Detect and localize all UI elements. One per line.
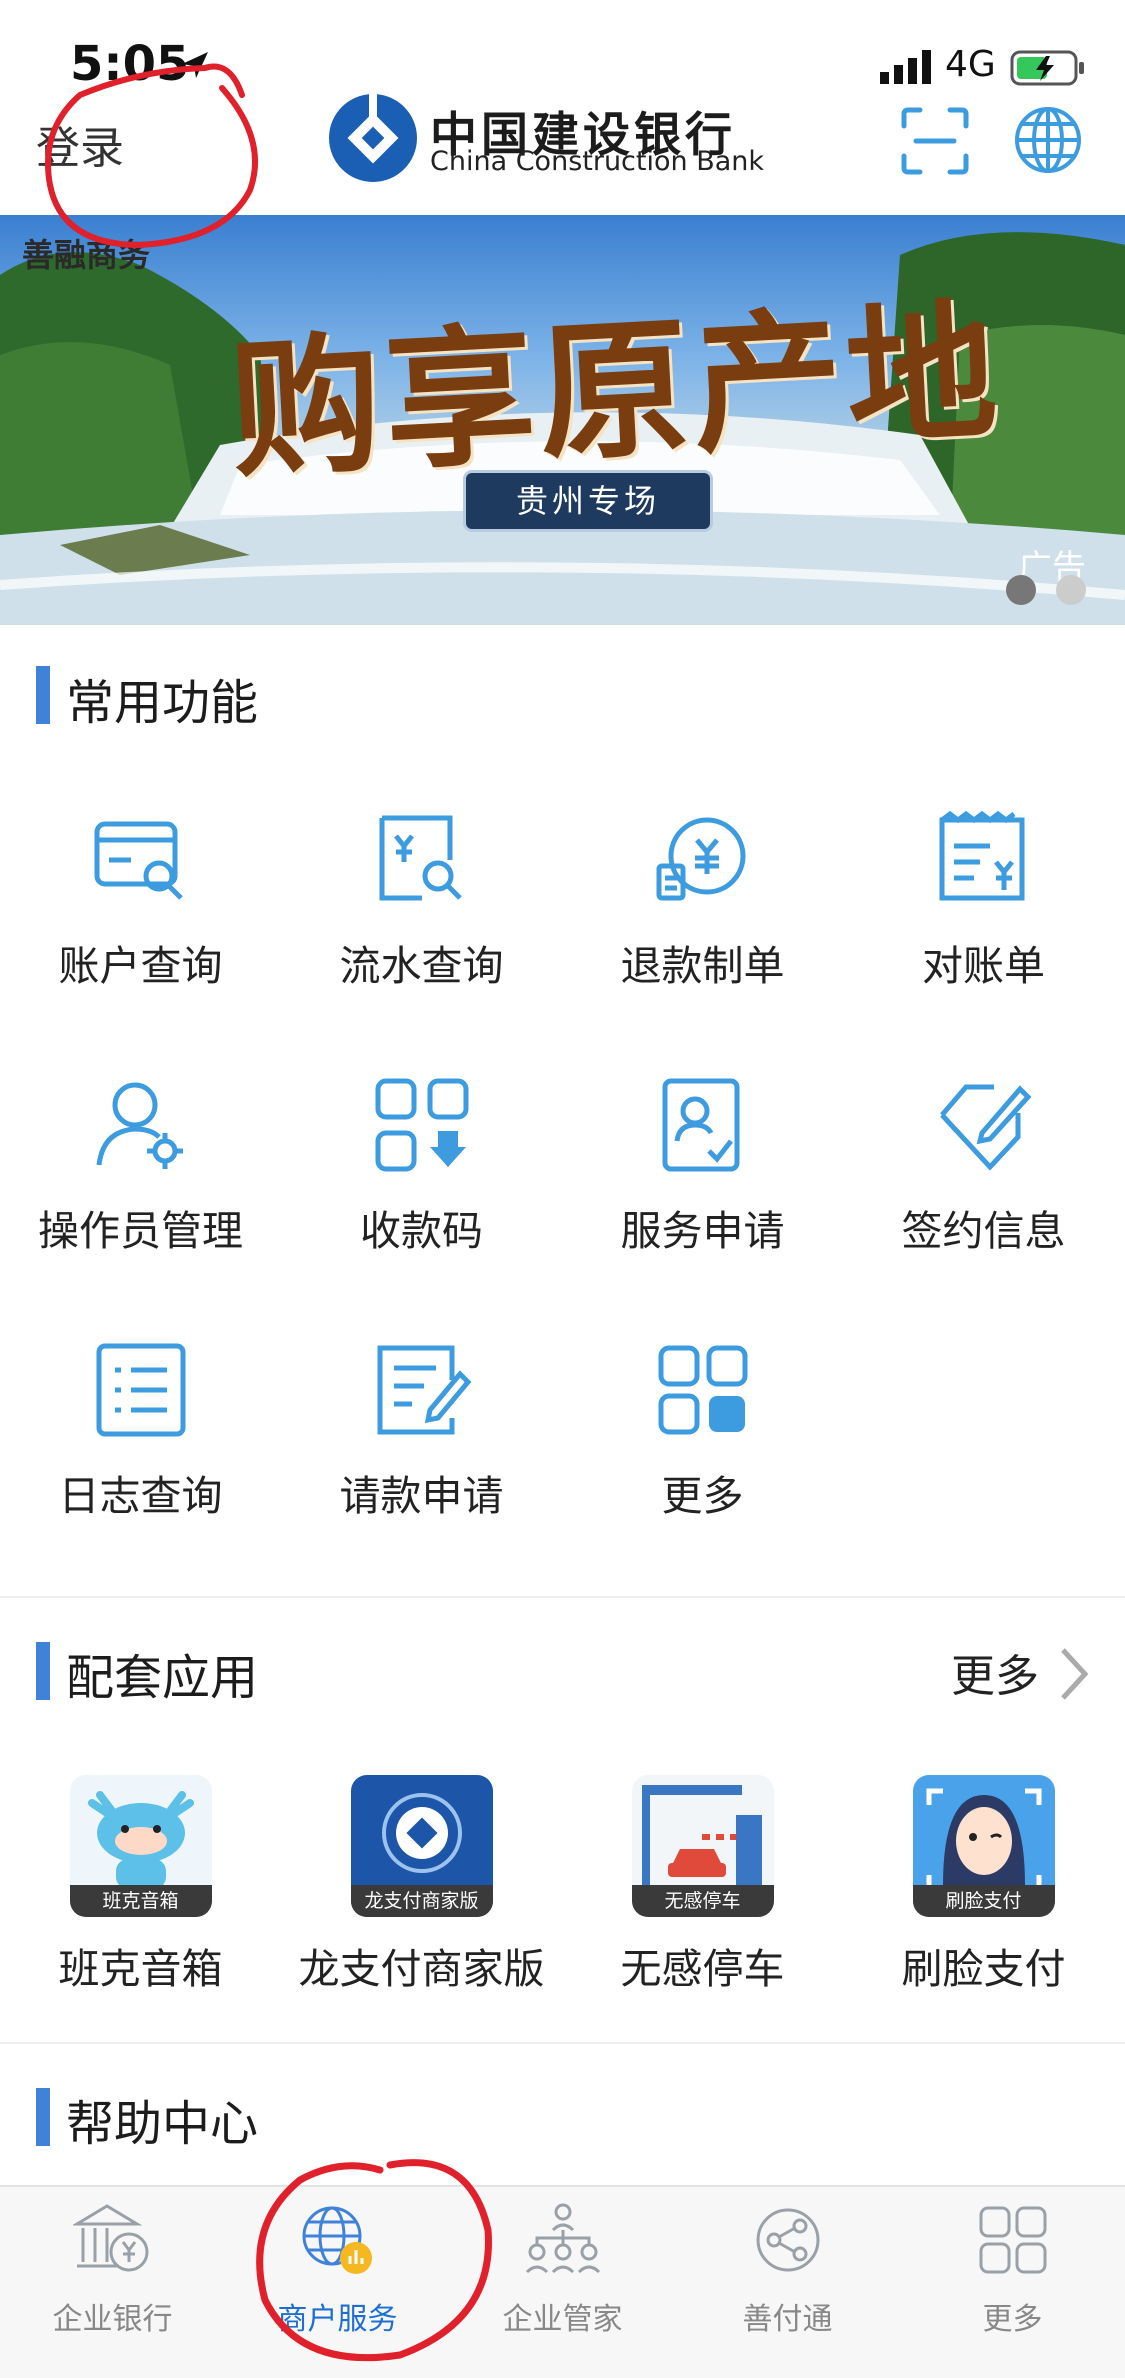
function-account-query[interactable]: 账户查询 [0, 810, 281, 992]
contract-info-icon [939, 1084, 1031, 1171]
tab-merchant-service[interactable]: 商户服务 [225, 2200, 450, 2338]
refund-icon [656, 817, 745, 901]
ccb-logo-icon [329, 94, 417, 182]
function-log-query[interactable]: 日志查询 [0, 1340, 281, 1522]
app-smart-parking[interactable]: 无感停车 无感停车 [562, 1775, 843, 1995]
chevron-right-icon[interactable] [1055, 1646, 1091, 1702]
tab-enterprise-bank[interactable]: 企业银行 [0, 2200, 225, 2338]
merchant-globe-icon [302, 2206, 372, 2274]
operator-manage-icon [96, 1082, 183, 1169]
service-apply-icon [662, 1078, 739, 1172]
function-label: 服务申请 [620, 1207, 785, 1255]
tab-label: 企业管家 [502, 2302, 623, 2337]
app-face-pay[interactable]: 刷脸支付 刷脸支付 [843, 1775, 1124, 1995]
banner-page-dot-active[interactable] [1006, 575, 1036, 605]
section-accent-bar [36, 666, 50, 724]
function-label: 流水查询 [339, 942, 504, 990]
promo-banner[interactable]: 善融商务 购享原产地 贵州专场 广告 [0, 215, 1125, 625]
section-divider [0, 2042, 1125, 2044]
section-divider [0, 1596, 1125, 1598]
function-label: 签约信息 [901, 1207, 1066, 1255]
bank-speaker-app-icon: 班克音箱 [69, 1775, 212, 1917]
payment-code-icon [375, 1078, 468, 1172]
function-label: 对账单 [922, 942, 1045, 990]
function-label: 收款码 [360, 1207, 483, 1255]
brand-name-en: China Construction Bank [430, 146, 765, 177]
section-title-apps: 配套应用 [66, 1650, 259, 1706]
app-caption: 无感停车 [631, 1885, 774, 1917]
function-label: 账户查询 [58, 942, 223, 990]
tab-more[interactable]: 更多 [900, 2200, 1125, 2338]
section-accent-bar [36, 2088, 50, 2146]
statement-icon [939, 810, 1024, 901]
banner-tag: 善融商务 [22, 236, 151, 274]
app-caption: 龙支付商家版 [350, 1885, 493, 1917]
payment-request-icon [377, 1345, 471, 1435]
tab-shanfutong[interactable]: 善付通 [675, 2200, 900, 2338]
function-operator-manage[interactable]: 操作员管理 [0, 1075, 281, 1257]
section-accent-bar [36, 1642, 50, 1700]
function-label: 操作员管理 [38, 1207, 243, 1255]
network-type: 4G [945, 44, 996, 85]
section-title-help: 帮助中心 [66, 2096, 259, 2152]
more-grid-icon [979, 2206, 1046, 2274]
function-label: 日志查询 [58, 1472, 223, 1520]
account-query-icon [94, 821, 183, 900]
login-button[interactable]: 登录 [36, 112, 124, 176]
function-contract-info[interactable]: 签约信息 [843, 1075, 1124, 1257]
smart-parking-app-icon: 无感停车 [631, 1775, 774, 1917]
location-arrow-icon [182, 52, 208, 78]
function-label: 退款制单 [620, 942, 785, 990]
apps-more-link[interactable]: 更多 [951, 1640, 1039, 1704]
app-caption: 刷脸支付 [912, 1885, 1055, 1917]
status-time: 5:05 [70, 36, 190, 92]
tab-label: 企业银行 [52, 2302, 173, 2337]
function-payment-request[interactable]: 请款申请 [281, 1340, 562, 1522]
function-refund[interactable]: 退款制单 [562, 810, 843, 992]
function-transaction-query[interactable]: 流水查询 [281, 810, 562, 992]
app-dragon-pay-merchant[interactable]: 龙支付商家版 龙支付商家版 [281, 1775, 562, 1995]
battery-charging-icon [1010, 50, 1084, 86]
face-pay-app-icon: 刷脸支付 [912, 1775, 1055, 1917]
share-network-icon [756, 2208, 819, 2272]
app-label: 刷脸支付 [901, 1945, 1066, 1993]
function-payment-code[interactable]: 收款码 [281, 1075, 562, 1257]
banner-title: 购享原产地 [226, 282, 1005, 500]
transaction-query-icon [379, 815, 462, 901]
signal-icon [880, 50, 931, 84]
tab-label: 商户服务 [277, 2302, 398, 2337]
app-caption: 班克音箱 [69, 1885, 212, 1917]
globe-icon[interactable] [1012, 104, 1084, 176]
dragon-pay-app-icon: 龙支付商家版 [350, 1775, 493, 1917]
app-label: 无感停车 [620, 1945, 785, 1993]
scan-icon[interactable] [900, 106, 970, 176]
banner-page-dot[interactable] [1056, 575, 1086, 605]
bank-building-icon [71, 2204, 148, 2272]
app-label: 班克音箱 [58, 1945, 223, 1993]
tab-label: 更多 [982, 2302, 1043, 2337]
tab-label: 善付通 [742, 2302, 833, 2337]
app-label: 龙支付商家版 [298, 1945, 545, 1993]
function-statement[interactable]: 对账单 [843, 810, 1124, 992]
banner-subtitle: 贵州专场 [466, 473, 710, 529]
more-grid-icon [658, 1345, 747, 1435]
section-title-common: 常用功能 [66, 675, 259, 731]
function-service-apply[interactable]: 服务申请 [562, 1075, 843, 1257]
org-structure-icon [525, 2203, 600, 2274]
app-bank-speaker[interactable]: 班克音箱 班克音箱 [0, 1775, 281, 1995]
tab-enterprise-butler[interactable]: 企业管家 [450, 2200, 675, 2338]
function-label: 请款申请 [339, 1472, 504, 1520]
function-more[interactable]: 更多 [562, 1340, 843, 1522]
log-query-icon [96, 1343, 185, 1437]
function-label: 更多 [661, 1472, 744, 1520]
